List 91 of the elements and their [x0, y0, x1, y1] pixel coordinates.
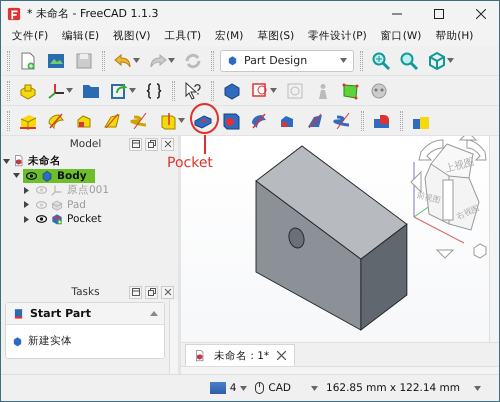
- view-cube-icon: [427, 50, 447, 70]
- draw-style-button[interactable]: 4: [210, 382, 248, 394]
- menu-item[interactable]: 草图(S): [250, 29, 302, 43]
- save-icon: [74, 50, 94, 70]
- leader-line: [204, 135, 206, 154]
- dimensions-button[interactable]: 162.85 mm x 122.14 mm: [326, 382, 481, 394]
- app-logo-icon: [7, 6, 21, 20]
- caret-icon: [270, 88, 277, 93]
- highlight-circle: [190, 103, 219, 134]
- mouse-icon: [255, 382, 264, 394]
- tree-item-label[interactable]: Pocket: [67, 213, 102, 226]
- body-icon: [222, 80, 242, 100]
- menu-item[interactable]: 零件设计(P): [301, 29, 374, 43]
- close-button[interactable]: [161, 138, 174, 150]
- float-button[interactable]: [145, 286, 158, 298]
- menu-item[interactable]: 宏(M): [208, 29, 250, 43]
- surface-icon: [341, 80, 361, 100]
- panel-icon: [132, 288, 140, 296]
- panel-icon: [132, 140, 140, 148]
- block-icon: [227, 55, 238, 66]
- dock-toggle-button[interactable]: [129, 286, 142, 298]
- part-icon: [12, 307, 25, 320]
- windows-icon: [148, 140, 156, 148]
- pad-icon: [51, 198, 63, 211]
- maximize-icon: [434, 8, 444, 18]
- close-icon: [476, 8, 486, 18]
- caret-icon: [311, 386, 318, 390]
- window-title: * 未命名 - FreeCAD 1.1.3: [27, 6, 160, 21]
- tree-item-label[interactable]: Body: [57, 170, 87, 182]
- close-icon: [164, 288, 172, 296]
- menu-item[interactable]: 工具(T): [157, 29, 208, 43]
- caret-icon: [447, 58, 454, 63]
- task-link[interactable]: 新建实体: [12, 334, 158, 348]
- caret-icon: [240, 386, 248, 390]
- navigation-style-button[interactable]: CAD: [255, 382, 318, 394]
- caret-icon: [178, 118, 185, 123]
- scrollbar[interactable]: [169, 300, 178, 374]
- caret-icon: [129, 88, 136, 93]
- close-button[interactable]: [161, 286, 174, 298]
- menu-item[interactable]: 编辑(E): [55, 29, 106, 43]
- caret-icon: [340, 58, 347, 63]
- float-button[interactable]: [145, 138, 158, 150]
- annotation-label: Pocket: [167, 155, 213, 171]
- menu-item[interactable]: 视图(V): [106, 29, 158, 43]
- workbench-dropdown[interactable]: Part Design: [220, 50, 354, 72]
- pocket-icon: [51, 213, 63, 226]
- eye-icon[interactable]: [36, 215, 47, 224]
- caret-icon: [66, 88, 73, 93]
- body-icon: [12, 336, 23, 346]
- hole-icon: [221, 110, 241, 130]
- cube-face-label: 前视图: [416, 190, 442, 205]
- menu-item[interactable]: 帮助(H): [428, 29, 480, 43]
- document-tab[interactable]: 未命名 : 1*: [185, 344, 296, 366]
- tree-row[interactable]: Pocket: [33, 212, 110, 226]
- caret-icon: [474, 386, 481, 390]
- cube-face-label: 右视图: [455, 203, 481, 222]
- eye-icon[interactable]: [26, 172, 37, 180]
- scrollbar[interactable]: [181, 366, 499, 374]
- collapse-arrow-icon[interactable]: [13, 172, 20, 180]
- groove-icon: [249, 110, 269, 130]
- windows-icon: [148, 288, 156, 296]
- zoom-fit-icon: [371, 50, 391, 70]
- whats-this-icon: [183, 80, 203, 100]
- panel-title: Tasks: [70, 286, 101, 298]
- close-icon: [164, 140, 172, 148]
- document-icon: [13, 155, 25, 168]
- revolution-icon: [46, 110, 66, 130]
- body-icon: [41, 170, 53, 182]
- collapse-icon: [150, 311, 158, 316]
- braces-icon: [144, 80, 164, 100]
- close-icon[interactable]: [277, 351, 286, 360]
- dock-toggle-button[interactable]: [129, 138, 142, 150]
- attach-icon: [285, 80, 305, 100]
- zoom-selection-icon: [399, 50, 419, 70]
- scrollbar[interactable]: [489, 136, 499, 342]
- cube-face-label: 上视图: [444, 156, 476, 175]
- expand-arrow-icon[interactable]: [23, 186, 30, 194]
- caret-icon: [133, 58, 140, 63]
- expand-arrow-icon[interactable]: [23, 201, 30, 208]
- document-icon: [194, 350, 206, 362]
- tree-item-label[interactable]: 未命名: [28, 154, 61, 168]
- panel-title: Model: [68, 138, 102, 150]
- expand-arrow-icon[interactable]: [23, 216, 30, 223]
- axes-icon: [51, 184, 63, 196]
- tab-label: 未命名 : 1*: [214, 348, 270, 362]
- selected-row-highlight[interactable]: Body: [23, 168, 95, 183]
- section-header[interactable]: Start Part: [6, 303, 164, 325]
- menu-item[interactable]: 文件(F): [5, 29, 56, 43]
- caret-icon: [168, 58, 175, 63]
- menu-item[interactable]: 窗口(W): [374, 29, 428, 43]
- collapse-arrow-icon[interactable]: [3, 158, 10, 165]
